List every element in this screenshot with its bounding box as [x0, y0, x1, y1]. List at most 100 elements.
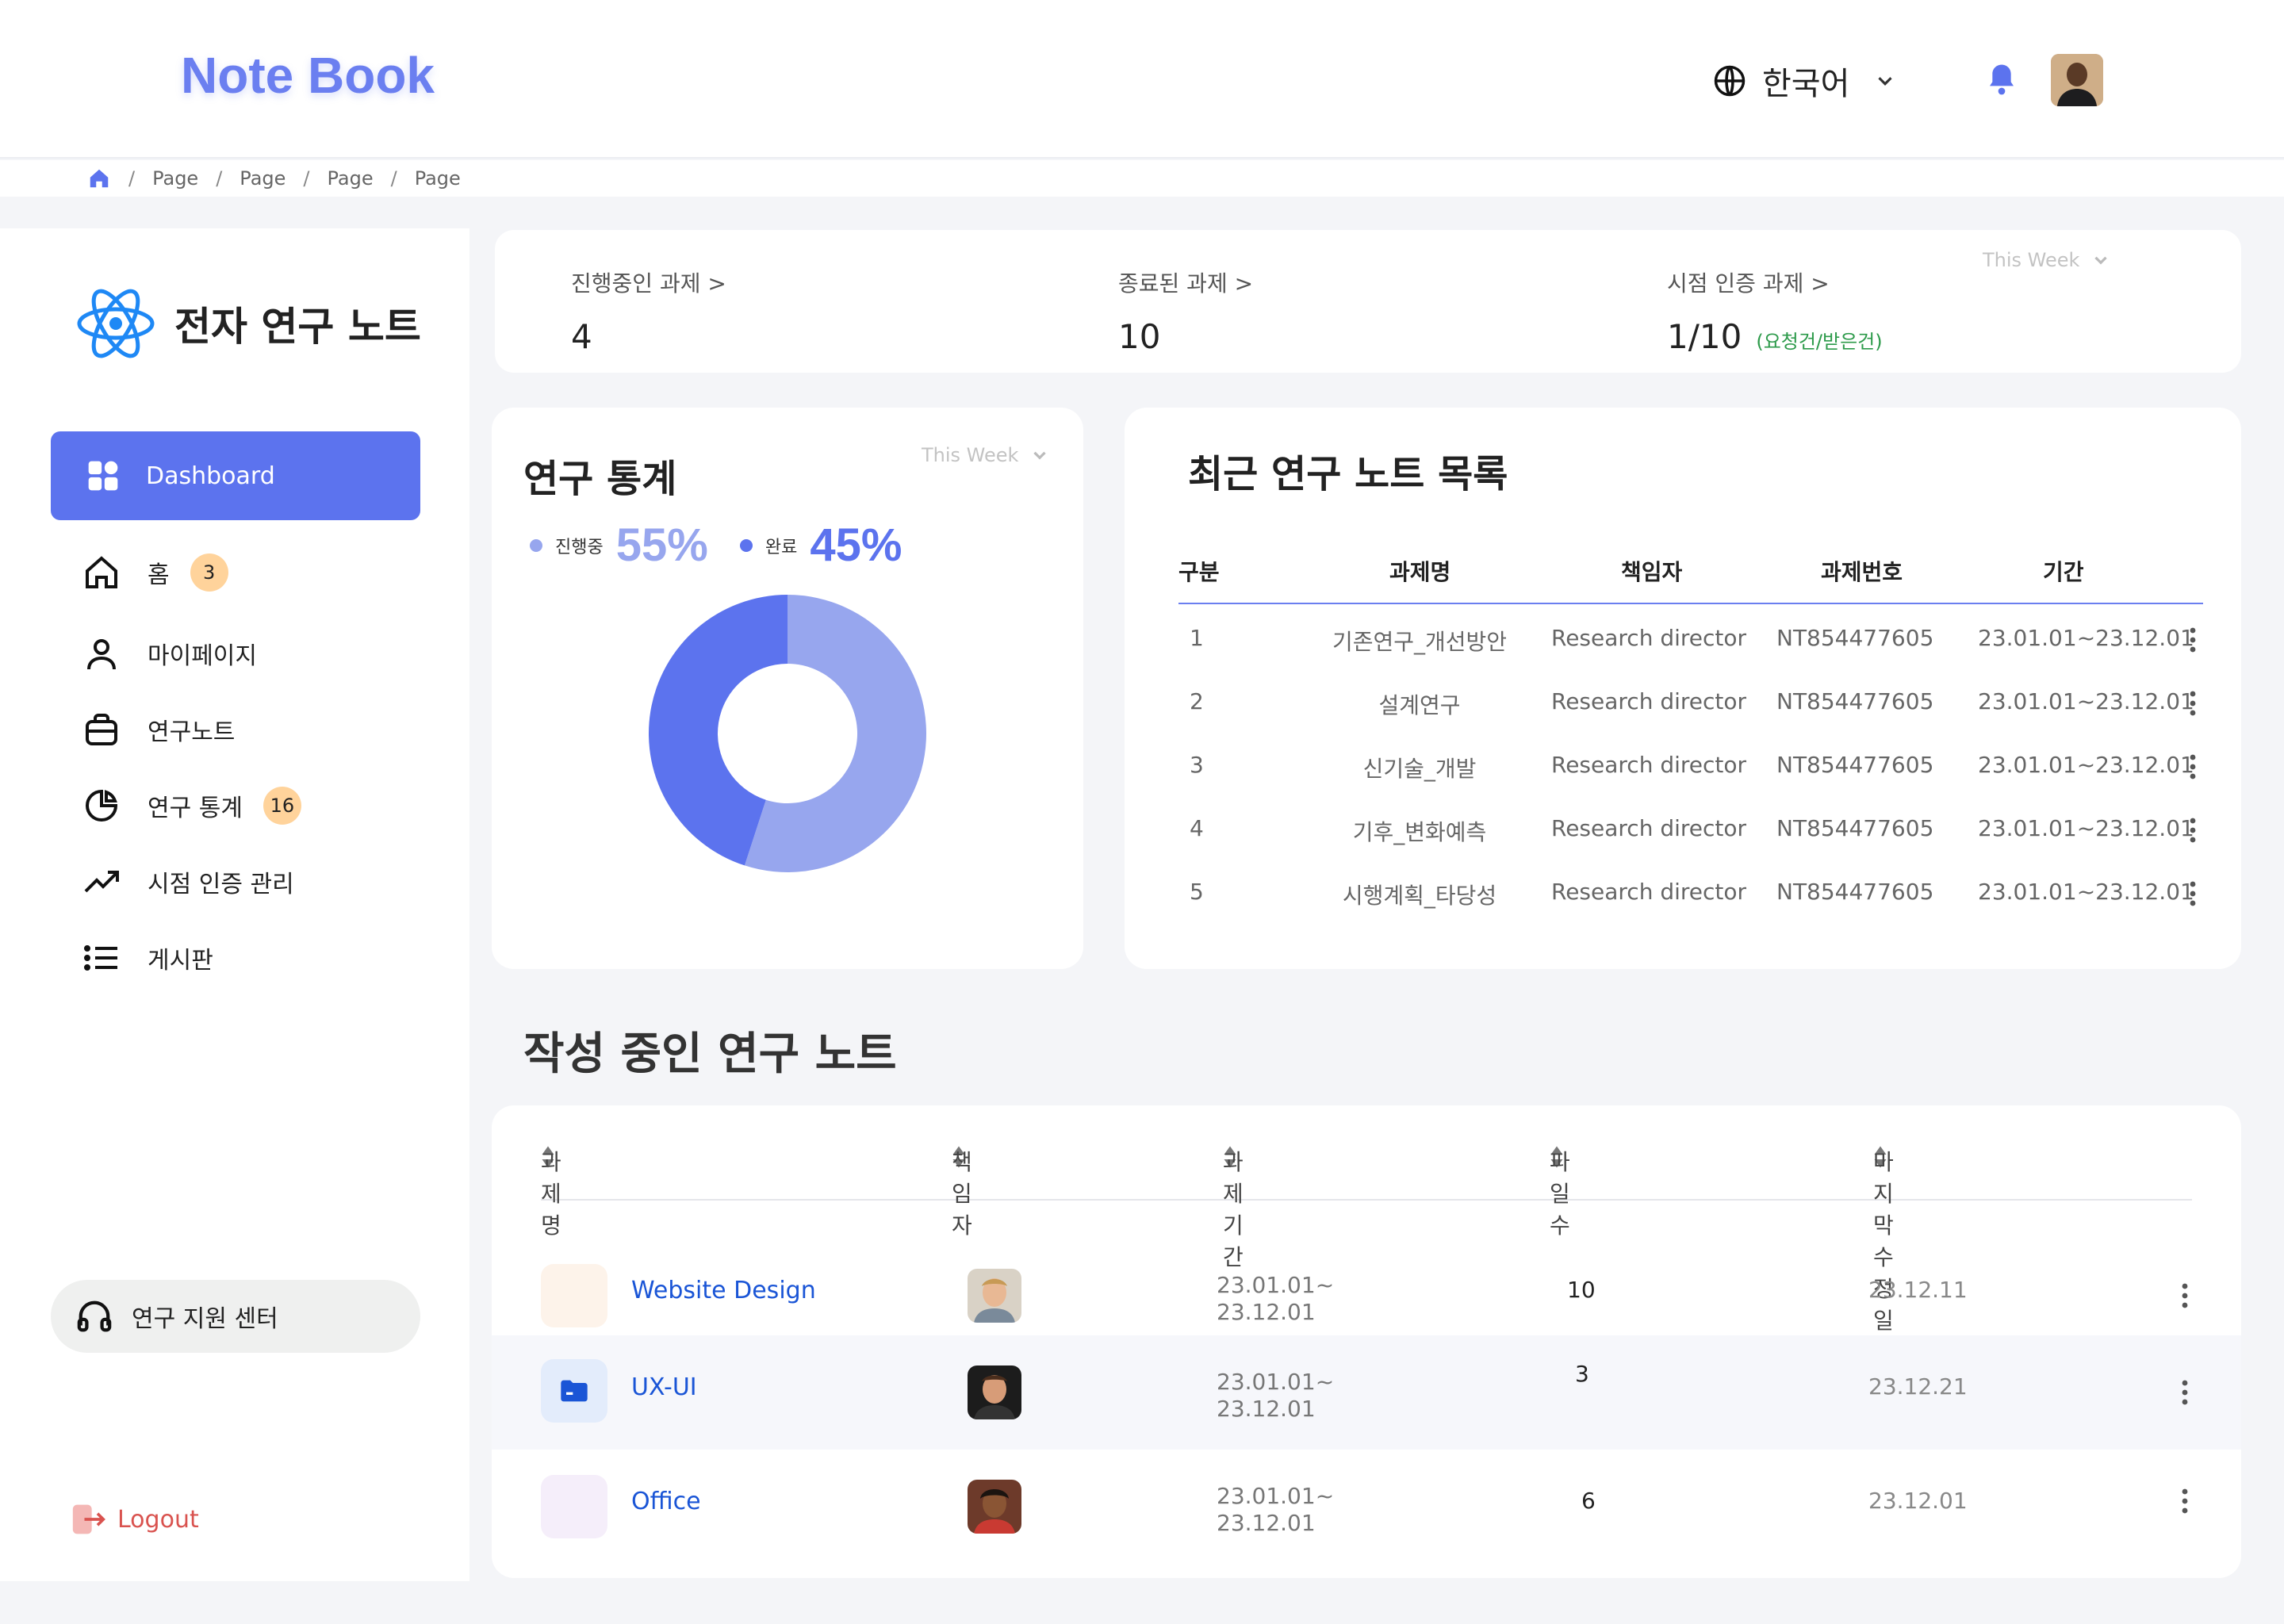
summary-value: 1/10 [1667, 317, 1742, 356]
sidebar-item-mypage[interactable]: 마이페이지 [82, 634, 257, 672]
more-options-icon[interactable] [2181, 1488, 2189, 1515]
sort-header-name[interactable]: 과제명 [541, 1145, 561, 1239]
period-filter-label: This Week [1983, 249, 2080, 271]
table-row[interactable]: UX-UI 23.01.01~ 23.12.01 3 23.12.21 [492, 1335, 2241, 1450]
recent-notes-table: 구분 과제명 책임자 과제번호 기간 1 기존연구_개선방안 Research di… [1178, 534, 2203, 921]
sort-header-owner[interactable]: 책임자 [952, 1145, 972, 1239]
last-modified: 23.12.01 [1868, 1488, 1968, 1514]
more-options-icon[interactable] [2189, 626, 2197, 653]
column-header: 구분 [1178, 559, 1220, 585]
sort-header-period[interactable]: 과제기간 [1223, 1145, 1244, 1270]
more-options-icon[interactable] [2189, 817, 2197, 844]
chevron-down-icon [1033, 451, 1047, 460]
legend-dot [530, 538, 542, 552]
chevron-down-icon [1878, 77, 1893, 86]
project-name-link[interactable]: Office [631, 1488, 701, 1515]
sidebar-item-board[interactable]: 게시판 [82, 939, 213, 977]
avatar [968, 1480, 1021, 1534]
summary-label: 종료된 과제 > [1118, 270, 1254, 297]
project-thumbnail [541, 1475, 607, 1538]
sidebar-item-home[interactable]: 홈 3 [82, 553, 228, 592]
file-count: 3 [1575, 1361, 1589, 1387]
summary-ongoing[interactable]: 진행중인 과제 > 4 [571, 266, 726, 356]
user-avatar[interactable] [2051, 54, 2103, 106]
project-name-link[interactable]: UX-UI [631, 1373, 697, 1401]
table-cell: Research director [1551, 815, 1747, 841]
sidebar-brand[interactable]: 전자 연구 노트 [76, 284, 421, 363]
top-header: Note Book 한국어 [0, 0, 2284, 159]
table-row[interactable]: Office 23.01.01~ 23.12.01 6 23.12.01 [492, 1450, 2241, 1564]
sidebar: 전자 연구 노트 Dashboard 홈 3 마이페이지 연구노트 연구 통계 … [0, 228, 469, 1581]
table-cell: Research director [1551, 688, 1747, 714]
column-header: 책임자 [1621, 559, 1683, 585]
column-header: 기간 [2043, 559, 2084, 585]
table-row[interactable]: 4 기후_변화예측 Research director NT854477605 23.0… [1178, 795, 2203, 858]
period-start: 23.01.01~ [1217, 1369, 1335, 1395]
home-icon[interactable] [87, 167, 111, 190]
table-cell: Research director [1551, 879, 1747, 905]
sidebar-item-label: Dashboard [146, 462, 275, 490]
logout-icon [72, 1504, 105, 1534]
breadcrumb-item[interactable]: Page [415, 167, 461, 190]
count-badge: 3 [190, 553, 228, 592]
file-count: 10 [1567, 1277, 1596, 1303]
table-row[interactable]: 3 신기술_개발 Research director NT854477605 23.01… [1178, 731, 2203, 795]
project-period: 23.01.01~ 23.12.01 [1217, 1483, 1336, 1537]
logout-button[interactable]: Logout [71, 1502, 199, 1537]
table-cell: NT854477605 [1776, 625, 1934, 651]
project-name-link[interactable]: Website Design [631, 1277, 816, 1304]
table-cell: 기후_변화예측 [1352, 819, 1487, 845]
summary-label: 시점 인증 과제 > [1667, 270, 1830, 297]
period-end: 23.12.01 [1217, 1299, 1316, 1325]
summary-timestamp[interactable]: 시점 인증 과제 > 1/10 (요청건/받은건) [1667, 266, 1883, 356]
more-options-icon[interactable] [2189, 690, 2197, 717]
breadcrumb-item[interactable]: Page [152, 167, 198, 190]
table-cell: 기존연구_개선방안 [1332, 629, 1508, 655]
logout-label: Logout [117, 1505, 199, 1534]
sidebar-item-dashboard[interactable]: Dashboard [51, 431, 420, 520]
period-filter[interactable]: This Week [1983, 249, 2111, 271]
sidebar-item-stats[interactable]: 연구 통계 16 [82, 787, 301, 825]
table-cell: NT854477605 [1776, 879, 1934, 905]
more-options-icon[interactable] [2189, 880, 2197, 907]
summary-finished[interactable]: 종료된 과제 > 10 [1118, 266, 1253, 356]
table-row[interactable]: 5 시행계획_타당성 Research director NT854477605 23.… [1178, 858, 2203, 921]
project-period: 23.01.01~ 23.12.01 [1217, 1369, 1336, 1423]
table-cell: 23.01.01~23.12.01 [1978, 879, 2194, 905]
table-cell: 시행계획_타당성 [1342, 883, 1497, 909]
table-cell: 23.01.01~23.12.01 [1978, 688, 2194, 714]
globe-icon [1714, 65, 1746, 97]
dashboard-icon [88, 461, 118, 491]
legend-value: 45% [810, 519, 902, 571]
period-filter[interactable]: This Week [922, 444, 1050, 466]
breadcrumb-item[interactable]: Page [240, 167, 286, 190]
table-cell: 5 [1190, 879, 1204, 905]
sidebar-item-notes[interactable]: 연구노트 [82, 710, 235, 749]
table-cell: 3 [1190, 752, 1204, 778]
more-options-icon[interactable] [2181, 1379, 2189, 1406]
table-row[interactable]: 1 기존연구_개선방안 Research director NT854477605 23… [1178, 604, 2203, 668]
language-selector[interactable]: 한국어 [1713, 57, 1897, 105]
table-row[interactable]: 2 설계연구 Research director NT854477605 23.01.0… [1178, 668, 2203, 731]
summary-label: 진행중인 과제 > [571, 270, 726, 297]
support-center-button[interactable]: 연구 지원 센터 [51, 1280, 420, 1353]
card-title: 최근 연구 노트 목록 [1188, 452, 1508, 496]
more-options-icon[interactable] [2181, 1282, 2189, 1309]
app-logo[interactable]: Note Book [181, 46, 435, 105]
project-period: 23.01.01~ 23.12.01 [1217, 1272, 1336, 1326]
chevron-down-icon [2094, 256, 2108, 265]
table-cell: 신기술_개발 [1362, 756, 1477, 782]
sidebar-item-label: 연구노트 [148, 718, 236, 746]
language-label: 한국어 [1762, 66, 1850, 102]
sort-header-files[interactable]: 파일 수 [1550, 1145, 1570, 1239]
bell-icon[interactable] [1986, 62, 2018, 97]
sidebar-item-timestamp[interactable]: 시점 인증 관리 [82, 863, 294, 901]
table-cell: 설계연구 [1378, 692, 1461, 718]
summary-value: 4 [571, 317, 592, 356]
sort-header-modified[interactable]: 마지막 수정일 [1873, 1145, 1894, 1334]
table-cell: 23.01.01~23.12.01 [1978, 752, 2194, 778]
more-options-icon[interactable] [2189, 753, 2197, 780]
sidebar-item-label: 홈 [148, 561, 170, 589]
count-badge: 16 [263, 787, 301, 825]
breadcrumb-item[interactable]: Page [328, 167, 374, 190]
